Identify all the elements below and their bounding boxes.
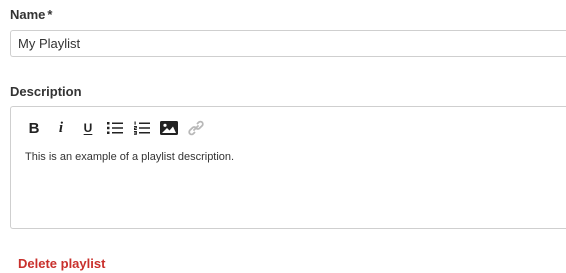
name-label: Name * [10,7,52,22]
editor-toolbar: B i U [25,119,214,137]
insert-link-button[interactable] [187,119,205,137]
bullet-list-button[interactable] [106,119,124,137]
description-editor[interactable]: B i U This is an example of a playlist d… [10,106,566,229]
numbered-list-icon [134,121,150,135]
name-label-text: Name [10,7,46,22]
playlist-form: Name* Description B i U [0,0,566,273]
numbered-list-button[interactable] [133,119,151,137]
bold-button[interactable]: B [25,119,43,137]
image-icon [160,121,178,135]
bullet-list-icon [107,122,123,134]
required-marker: * [47,7,53,22]
editor-content[interactable]: This is an example of a playlist descrip… [25,151,234,163]
insert-image-button[interactable] [160,119,178,137]
name-input[interactable] [10,30,566,57]
link-icon [188,120,204,136]
italic-button[interactable]: i [52,119,70,137]
delete-playlist-link[interactable]: Delete playlist [18,256,105,271]
underline-button[interactable]: U [79,119,97,137]
description-label: Description [10,84,82,99]
